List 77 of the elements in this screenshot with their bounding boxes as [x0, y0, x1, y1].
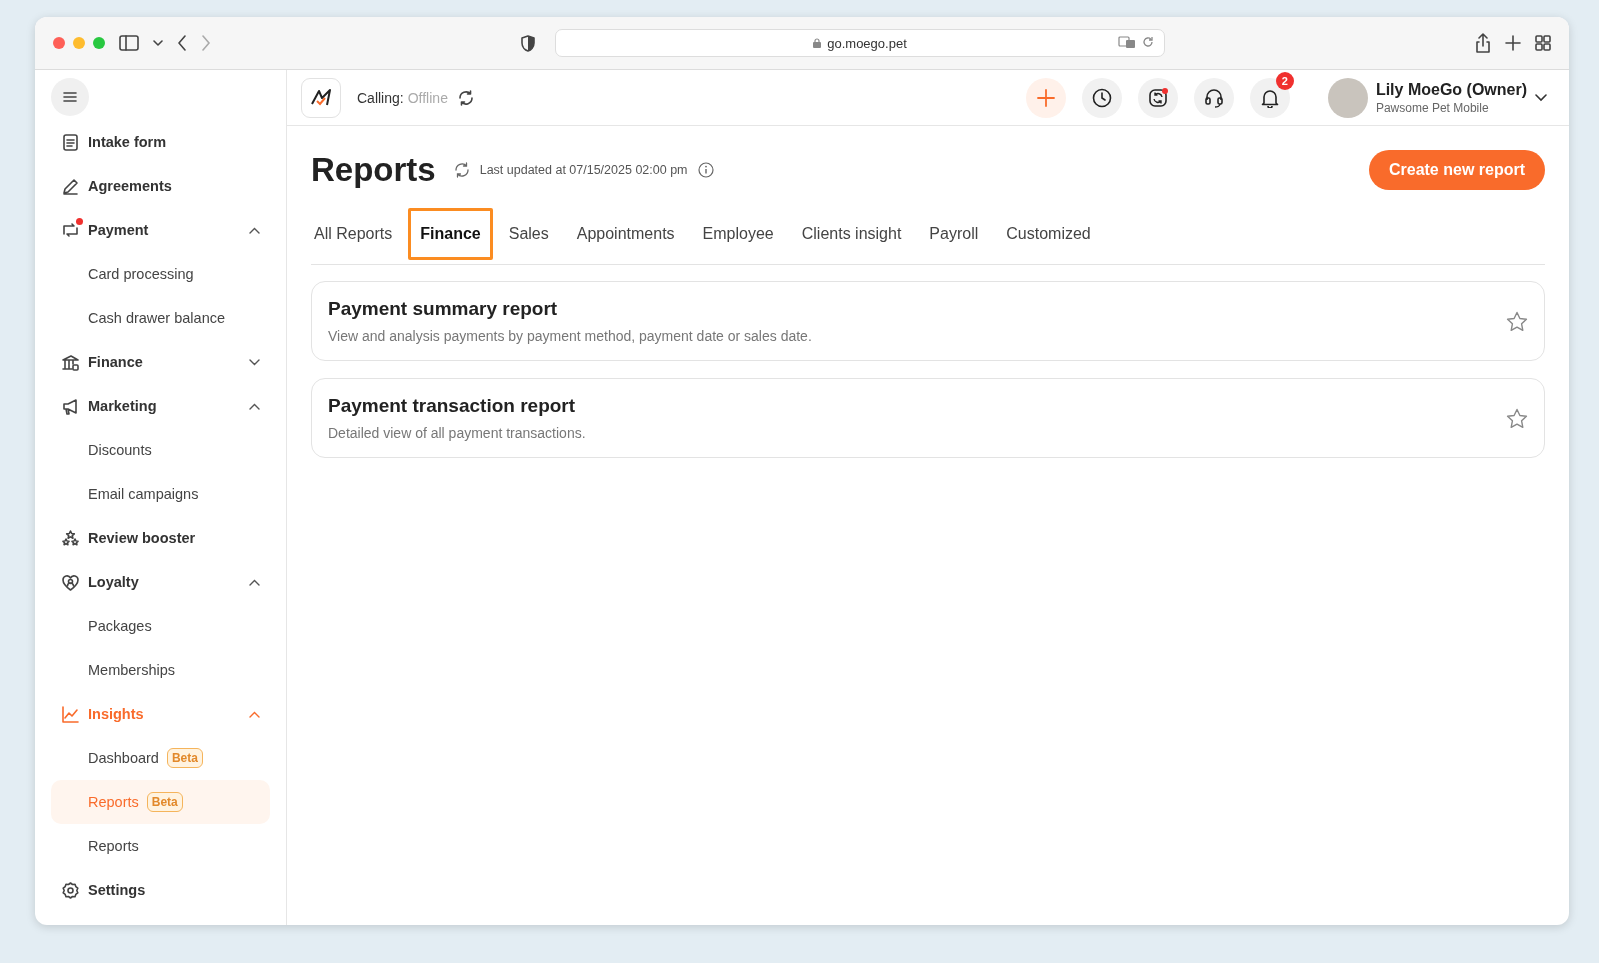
- megaphone-icon: [61, 396, 80, 416]
- reload-icon[interactable]: [1142, 36, 1154, 48]
- lock-icon: [813, 38, 822, 48]
- page-title: Reports: [311, 151, 436, 189]
- beta-badge: Beta: [166, 748, 203, 768]
- chart-icon: [61, 704, 80, 724]
- bank-icon: [61, 352, 80, 372]
- sidebar-item[interactable]: Finance: [51, 340, 270, 384]
- sidebar-subitem[interactable]: Discounts: [51, 428, 270, 472]
- bell-icon: [1260, 87, 1279, 108]
- report-tab[interactable]: All Reports: [311, 208, 405, 260]
- form-icon: [61, 132, 80, 152]
- logo-icon: [310, 87, 332, 108]
- sidebar-subitem[interactable]: Email campaigns: [51, 472, 270, 516]
- menu-button[interactable]: [51, 78, 89, 116]
- notifications-button[interactable]: [1249, 77, 1290, 118]
- last-updated-text: Last updated at 07/15/2025 02:00 pm: [479, 163, 688, 177]
- url-text: go.moego.pet: [827, 35, 907, 51]
- report-description: Detailed view of all payment transactions.: [328, 425, 587, 441]
- plus-icon[interactable]: [1505, 35, 1521, 51]
- report-title: Payment summary report: [328, 298, 559, 320]
- shield-icon: [521, 34, 535, 52]
- back-icon[interactable]: [177, 35, 187, 51]
- report-tab[interactable]: Finance: [408, 208, 493, 260]
- sidebar-subitem[interactable]: Reports: [51, 824, 270, 868]
- refresh-icon[interactable]: [453, 162, 470, 178]
- share-icon[interactable]: [1475, 33, 1491, 53]
- tab-grid-icon[interactable]: [1535, 35, 1551, 51]
- report-tab[interactable]: Appointments: [564, 208, 687, 260]
- chevron-down-icon[interactable]: [153, 39, 163, 47]
- sidebar-subitem[interactable]: Cash drawer balance: [51, 296, 270, 340]
- report-card[interactable]: Payment transaction report Detailed view of all payment transactions.: [311, 378, 1545, 458]
- stars-icon: [61, 528, 80, 548]
- transfer-icon: [61, 220, 80, 240]
- settings-icon: [61, 880, 80, 900]
- sidebar-subitem[interactable]: Packages: [51, 604, 270, 648]
- beta-badge: Beta: [146, 792, 183, 812]
- business-name: Pawsome Pet Mobile: [1375, 100, 1490, 115]
- report-title: Payment transaction report: [328, 395, 577, 417]
- sidebar-subitem[interactable]: Dashboard Beta: [51, 736, 270, 780]
- calling-status: Offline: [407, 89, 448, 106]
- sidebar-item[interactable]: Payment: [51, 208, 270, 252]
- report-tab[interactable]: Employee: [690, 208, 786, 260]
- refresh-icon[interactable]: [457, 89, 474, 106]
- info-icon[interactable]: [697, 162, 714, 178]
- sidebar-item[interactable]: Loyalty: [51, 560, 270, 604]
- report-tab[interactable]: Customized: [994, 208, 1103, 260]
- app-logo[interactable]: [301, 77, 341, 118]
- sync-icon: [1147, 87, 1168, 108]
- sidebar-item[interactable]: Review booster: [51, 516, 270, 560]
- star-icon[interactable]: [1506, 407, 1528, 429]
- close-button[interactable]: [53, 37, 65, 49]
- plus-icon: [1036, 88, 1055, 107]
- sidebar-item[interactable]: Intake form: [51, 120, 270, 164]
- clock-icon: [1091, 87, 1112, 108]
- report-description: View and analysis payments by payment method, payment date or sales date.: [328, 328, 813, 344]
- address-bar[interactable]: go.moego.pet: [555, 29, 1165, 57]
- chevron-down-icon[interactable]: [1535, 93, 1547, 102]
- sidebar-item[interactable]: Agreements: [51, 164, 270, 208]
- sidebar-toggle-icon[interactable]: [119, 35, 139, 51]
- user-name: Lily MoeGo (Owner): [1375, 80, 1527, 99]
- report-tab[interactable]: Payroll: [917, 208, 991, 260]
- heart-icon: [61, 572, 80, 592]
- notification-badge: 2: [1275, 71, 1294, 90]
- menu-icon: [63, 91, 77, 103]
- calling-label: Calling:: [357, 89, 404, 106]
- report-tab[interactable]: Clients insight: [789, 208, 914, 260]
- report-card[interactable]: Payment summary report View and analysis payments by payment method, payment date or sales date.: [311, 281, 1545, 361]
- sidebar-item[interactable]: Marketing: [51, 384, 270, 428]
- report-tab[interactable]: Sales: [496, 208, 561, 260]
- translate-icon[interactable]: [1118, 36, 1136, 49]
- pencil-icon: [61, 176, 80, 196]
- sidebar-subitem[interactable]: Card processing: [51, 252, 270, 296]
- sidebar-subitem[interactable]: Memberships: [51, 648, 270, 692]
- headset-icon: [1203, 87, 1224, 108]
- star-icon[interactable]: [1506, 310, 1528, 332]
- sidebar-item[interactable]: Settings: [51, 868, 270, 912]
